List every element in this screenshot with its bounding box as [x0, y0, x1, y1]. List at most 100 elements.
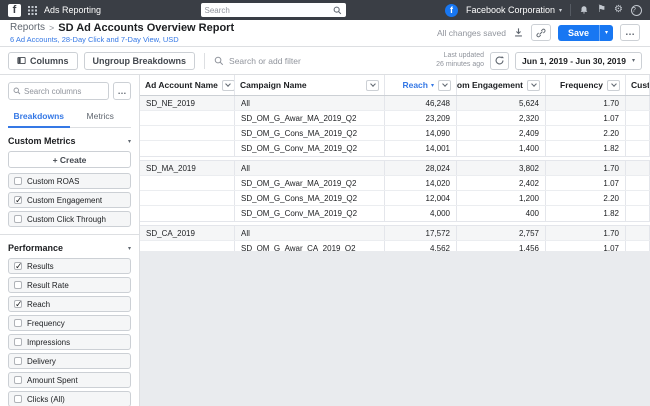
custom-en-cell	[626, 241, 650, 251]
column-menu-button[interactable]	[438, 80, 451, 91]
metric-item-custom-roas[interactable]: Custom ROAS	[8, 173, 131, 189]
tab-metrics[interactable]: Metrics	[70, 107, 132, 127]
checkbox-unchecked-icon[interactable]	[14, 281, 22, 289]
save-options-caret[interactable]: ▾	[599, 25, 613, 41]
breadcrumb: Reports > SD Ad Accounts Overview Report	[10, 22, 234, 34]
checkbox-checked-icon[interactable]: ✓	[14, 262, 22, 270]
column-label: Ad Account Name	[145, 80, 218, 90]
top-nav-left: f Ads Reporting	[8, 4, 101, 17]
frequency-cell: 1.82	[546, 206, 626, 221]
checkbox-unchecked-icon[interactable]	[14, 357, 22, 365]
checkbox-unchecked-icon[interactable]	[14, 338, 22, 346]
global-search-input[interactable]	[205, 6, 333, 15]
more-options-button[interactable]: …	[620, 24, 640, 41]
metric-item-delivery[interactable]: Delivery	[8, 353, 131, 369]
sidebar-search[interactable]	[8, 82, 109, 100]
metric-item-frequency[interactable]: Frequency	[8, 315, 131, 331]
notifications-bell-icon[interactable]	[579, 5, 589, 15]
chevron-down-icon	[611, 81, 617, 87]
column-header-ad-account-name[interactable]: Ad Account Name	[140, 75, 235, 95]
metric-item-clicks-all[interactable]: Clicks (All)	[8, 391, 131, 406]
frequency-cell: 1.70	[546, 161, 626, 175]
metric-item-reach[interactable]: ✓Reach	[8, 296, 131, 312]
app-title: Ads Reporting	[44, 5, 101, 15]
column-header-reach[interactable]: Reach▾	[385, 75, 457, 95]
refresh-button[interactable]	[490, 52, 509, 70]
metric-item-custom-click-through[interactable]: Custom Click Through	[8, 211, 131, 227]
download-icon[interactable]	[513, 27, 524, 38]
columns-sidebar: … BreakdownsMetrics Custom Metrics▾ + Cre…	[0, 75, 140, 406]
custom-engagement-cell: 400	[457, 206, 546, 221]
custom-engagement-cell: 2,402	[457, 176, 546, 190]
column-menu-button[interactable]	[607, 80, 620, 91]
metric-item-results[interactable]: ✓ Results	[8, 258, 131, 274]
facebook-logo-icon[interactable]: f	[8, 4, 21, 17]
date-range-button[interactable]: Jun 1, 2019 - Jun 30, 2019 ▾	[515, 52, 642, 70]
settings-gear-icon[interactable]: ⚙	[614, 5, 623, 15]
filter-input[interactable]	[229, 56, 430, 66]
frequency-cell: 1.07	[546, 176, 626, 190]
column-header-campaign-name[interactable]: Campaign Name	[235, 75, 385, 95]
campaign-row: SD_OM_G_Cons_MA_2019_Q212,0041,2002.20	[140, 191, 650, 206]
metric-item-custom-engagement[interactable]: ✓Custom Engagement	[8, 192, 131, 208]
sidebar-tabs: BreakdownsMetrics	[8, 107, 131, 128]
metric-label: Clicks (All)	[27, 395, 65, 404]
checkbox-checked-icon[interactable]: ✓	[14, 300, 22, 308]
ad-account-cell	[140, 206, 235, 221]
save-button[interactable]: Save	[558, 25, 599, 41]
sidebar-more-button[interactable]: …	[113, 82, 131, 100]
help-icon[interactable]: ?	[631, 5, 642, 16]
columns-button[interactable]: Columns	[8, 52, 78, 70]
checkbox-unchecked-icon[interactable]	[14, 215, 22, 223]
checkbox-checked-icon[interactable]: ✓	[14, 196, 22, 204]
global-search[interactable]	[201, 3, 346, 17]
checkbox-unchecked-icon[interactable]	[14, 395, 22, 403]
ad-account-cell	[140, 176, 235, 190]
custom-engagement-cell: 2,320	[457, 111, 546, 125]
report-header: Reports > SD Ad Accounts Overview Report…	[0, 20, 650, 47]
last-updated-line1: Last updated	[436, 52, 484, 60]
ad-account-cell	[140, 111, 235, 125]
section-header-custom-metrics[interactable]: Custom Metrics▾	[8, 136, 131, 146]
account-group: SD_NE_2019All46,2485,6241.70SD_OM_G_Awar…	[140, 96, 650, 157]
tab-breakdowns[interactable]: Breakdowns	[8, 107, 70, 128]
metric-item-result-rate[interactable]: Result Rate	[8, 277, 131, 293]
metric-item-amount-spent[interactable]: Amount Spent	[8, 372, 131, 388]
report-subtitle-link[interactable]: 6 Ad Accounts, 28-Day Click and 7-Day Vi…	[10, 35, 234, 44]
ad-account-cell	[140, 191, 235, 205]
column-header-custom-en[interactable]: Custom En	[626, 75, 650, 95]
apps-grid-icon[interactable]	[28, 6, 37, 15]
account-summary-row: SD_CA_2019All17,5722,7571.70	[140, 226, 650, 241]
custom-engagement-cell: 1,400	[457, 141, 546, 156]
campaign-cell: SD_OM_G_Awar_MA_2019_Q2	[235, 176, 385, 190]
chevron-down-icon	[370, 81, 376, 87]
search-columns-input[interactable]	[24, 87, 104, 96]
section-header-performance[interactable]: Performance▾	[8, 243, 131, 253]
metric-label: Results	[27, 262, 54, 271]
custom-en-cell	[626, 206, 650, 221]
account-group: SD_CA_2019All17,5722,7571.70SD_OM_G_Awar…	[140, 225, 650, 251]
checkbox-unchecked-icon[interactable]	[14, 177, 22, 185]
share-link-icon[interactable]	[531, 24, 551, 41]
breadcrumb-reports-link[interactable]: Reports	[10, 22, 45, 33]
column-header-custom-engagement[interactable]: Custom Engagement	[457, 75, 546, 95]
flag-icon[interactable]: ⚑	[597, 5, 606, 15]
checkbox-unchecked-icon[interactable]	[14, 376, 22, 384]
column-menu-button[interactable]	[527, 80, 540, 91]
custom-engagement-cell: 2,409	[457, 126, 546, 140]
metric-item-impressions[interactable]: Impressions	[8, 334, 131, 350]
ungroup-breakdowns-button[interactable]: Ungroup Breakdowns	[84, 52, 196, 70]
frequency-cell: 2.20	[546, 126, 626, 140]
account-menu[interactable]: Facebook Corporation ▾	[466, 5, 562, 15]
filter-bar[interactable]	[214, 56, 430, 66]
column-header-frequency[interactable]: Frequency	[546, 75, 626, 95]
section-divider	[0, 234, 139, 235]
account-avatar[interactable]: f	[445, 4, 458, 17]
ungroup-button-label: Ungroup Breakdowns	[93, 56, 187, 66]
checkbox-unchecked-icon[interactable]	[14, 319, 22, 327]
column-menu-button[interactable]	[222, 80, 235, 91]
frequency-cell: 1.07	[546, 111, 626, 125]
page-title: SD Ad Accounts Overview Report	[58, 22, 234, 34]
create-metric-button[interactable]: + Create	[8, 151, 131, 168]
column-menu-button[interactable]	[366, 80, 379, 91]
